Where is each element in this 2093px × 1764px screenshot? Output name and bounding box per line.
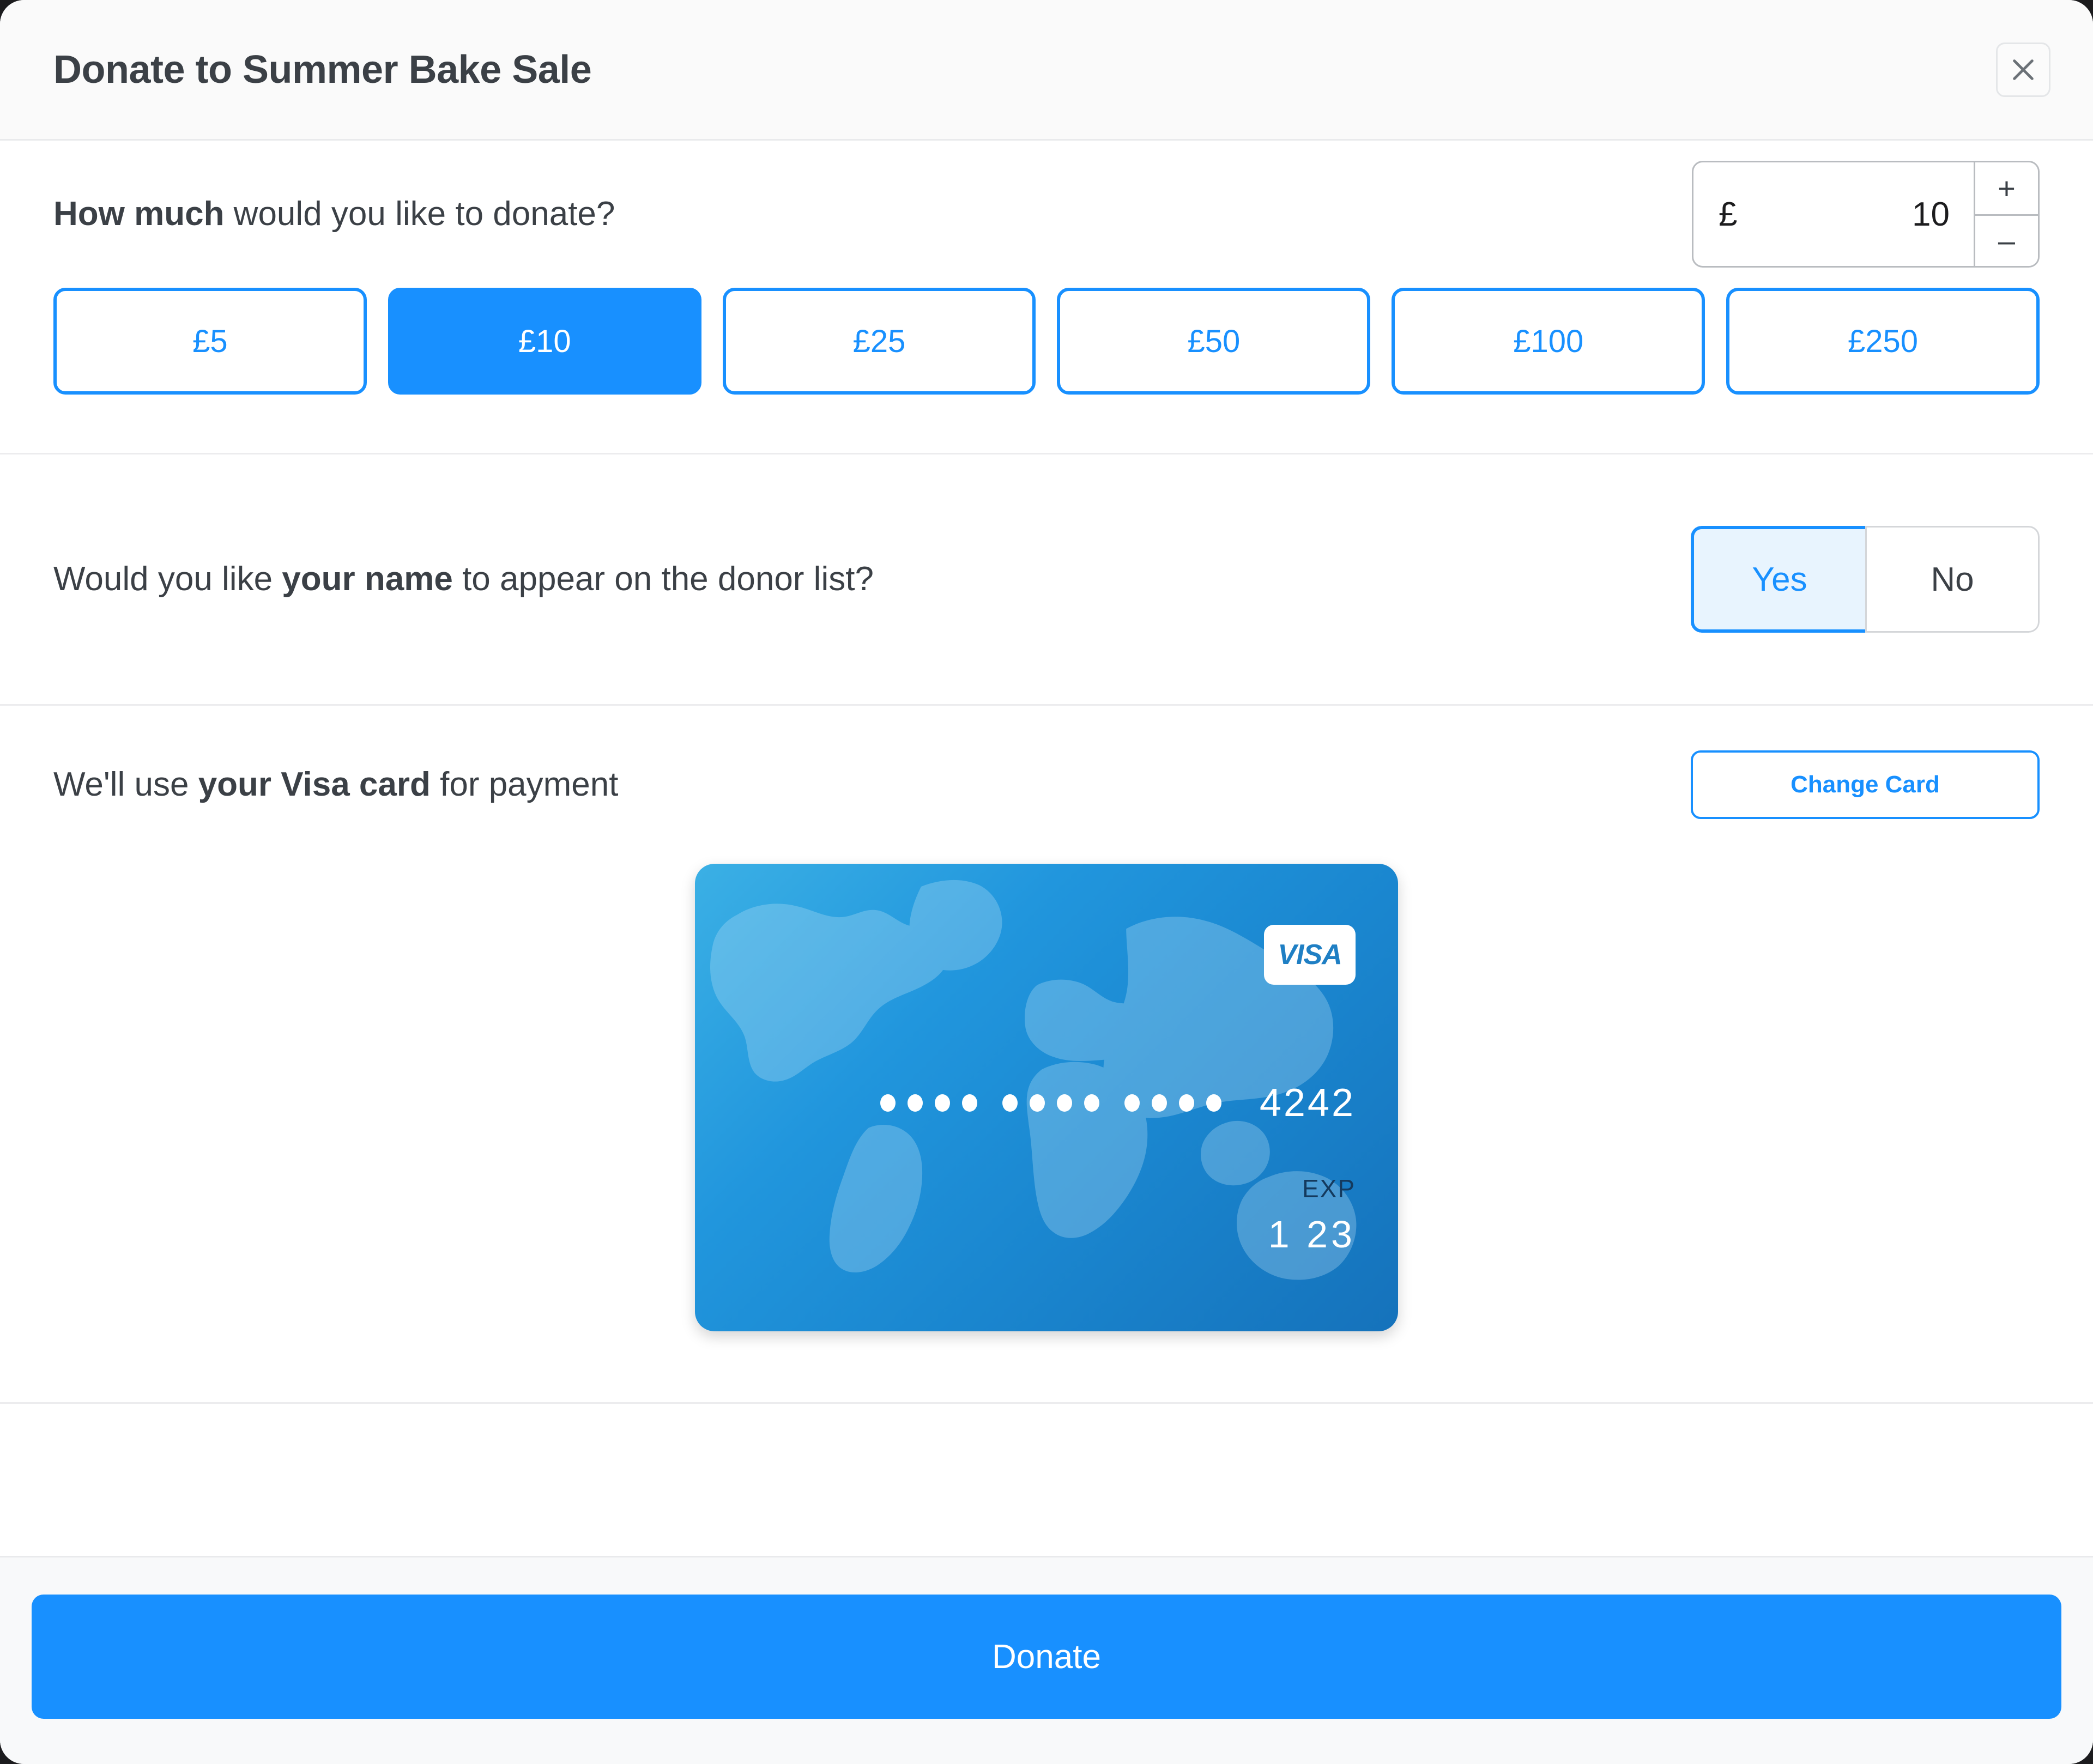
card-expiry-value: 1 23 [1268, 1213, 1356, 1256]
donor-prompt-start: Would you like [53, 560, 282, 598]
payment-prompt-end: for payment [430, 766, 619, 804]
preset-amount-100[interactable]: £100 [1392, 288, 1705, 395]
donor-list-prompt: Would you like your name to appear on th… [53, 560, 874, 598]
payment-prompt-row: We'll use your Visa card for payment Cha… [53, 706, 2040, 864]
visa-logo-text: VISA [1278, 939, 1342, 971]
donor-prompt-emphasis: your name [282, 560, 453, 598]
donor-prompt-end: to appear on the donor list? [452, 560, 874, 598]
amount-stepper[interactable]: £ + – [1692, 161, 2040, 268]
preset-amount-5[interactable]: £5 [53, 288, 367, 395]
page-title: Donate to Summer Bake Sale [53, 47, 592, 92]
preset-amount-250[interactable]: £250 [1726, 288, 2040, 395]
stepper-buttons: + – [1974, 162, 2038, 266]
donor-visibility-no[interactable]: No [1865, 526, 2040, 633]
credit-card-preview: VISA 4242 EXP 1 23 [695, 864, 1398, 1331]
change-card-button[interactable]: Change Card [1691, 750, 2040, 819]
modal-header: Donate to Summer Bake Sale [0, 0, 2093, 141]
amount-prompt: How much would you like to donate? [53, 195, 615, 233]
visa-logo-icon: VISA [1264, 925, 1356, 985]
amount-input[interactable] [1808, 195, 1950, 234]
close-button[interactable] [1996, 42, 2050, 97]
card-number: 4242 [695, 1081, 1356, 1125]
donor-visibility-yes[interactable]: Yes [1691, 526, 1865, 633]
payment-section: We'll use your Visa card for payment Cha… [0, 706, 2093, 1404]
increment-button[interactable]: + [1975, 162, 2038, 214]
card-masked-group-3 [1124, 1094, 1221, 1112]
card-expiry: EXP 1 23 [1268, 1173, 1356, 1256]
card-last-four: 4242 [1259, 1081, 1356, 1125]
card-masked-group-1 [880, 1094, 977, 1112]
card-masked-group-2 [1002, 1094, 1099, 1112]
preset-amount-25[interactable]: £25 [722, 288, 1036, 395]
payment-prompt-start: We'll use [53, 766, 198, 804]
amount-preset-row: £5 £10 £25 £50 £100 £250 [53, 288, 2040, 453]
payment-prompt-emphasis: your Visa card [198, 766, 431, 804]
decrement-button[interactable]: – [1975, 214, 2038, 266]
donor-list-section: Would you like your name to appear on th… [0, 454, 2093, 706]
card-expiry-label: EXP [1302, 1174, 1356, 1203]
modal-body: How much would you like to donate? £ + –… [0, 141, 2093, 1556]
amount-section: How much would you like to donate? £ + –… [0, 141, 2093, 454]
donor-visibility-toggle[interactable]: Yes No [1691, 526, 2040, 633]
donor-list-row: Would you like your name to appear on th… [53, 454, 2040, 704]
close-icon [2008, 54, 2038, 85]
payment-prompt: We'll use your Visa card for payment [53, 765, 619, 804]
donate-modal: Donate to Summer Bake Sale How much woul… [0, 0, 2093, 1764]
preset-amount-10[interactable]: £10 [388, 288, 701, 395]
modal-footer: Donate [0, 1556, 2093, 1764]
preset-amount-50[interactable]: £50 [1057, 288, 1371, 395]
amount-prompt-row: How much would you like to donate? £ + – [53, 141, 2040, 288]
currency-symbol: £ [1719, 195, 1738, 233]
donate-button[interactable]: Donate [32, 1595, 2061, 1719]
amount-field-wrap: £ [1693, 162, 1974, 266]
credit-card-wrap: VISA 4242 EXP 1 23 [53, 864, 2040, 1364]
amount-prompt-rest: would you like to donate? [224, 195, 615, 233]
amount-prompt-emphasis: How much [53, 195, 225, 233]
